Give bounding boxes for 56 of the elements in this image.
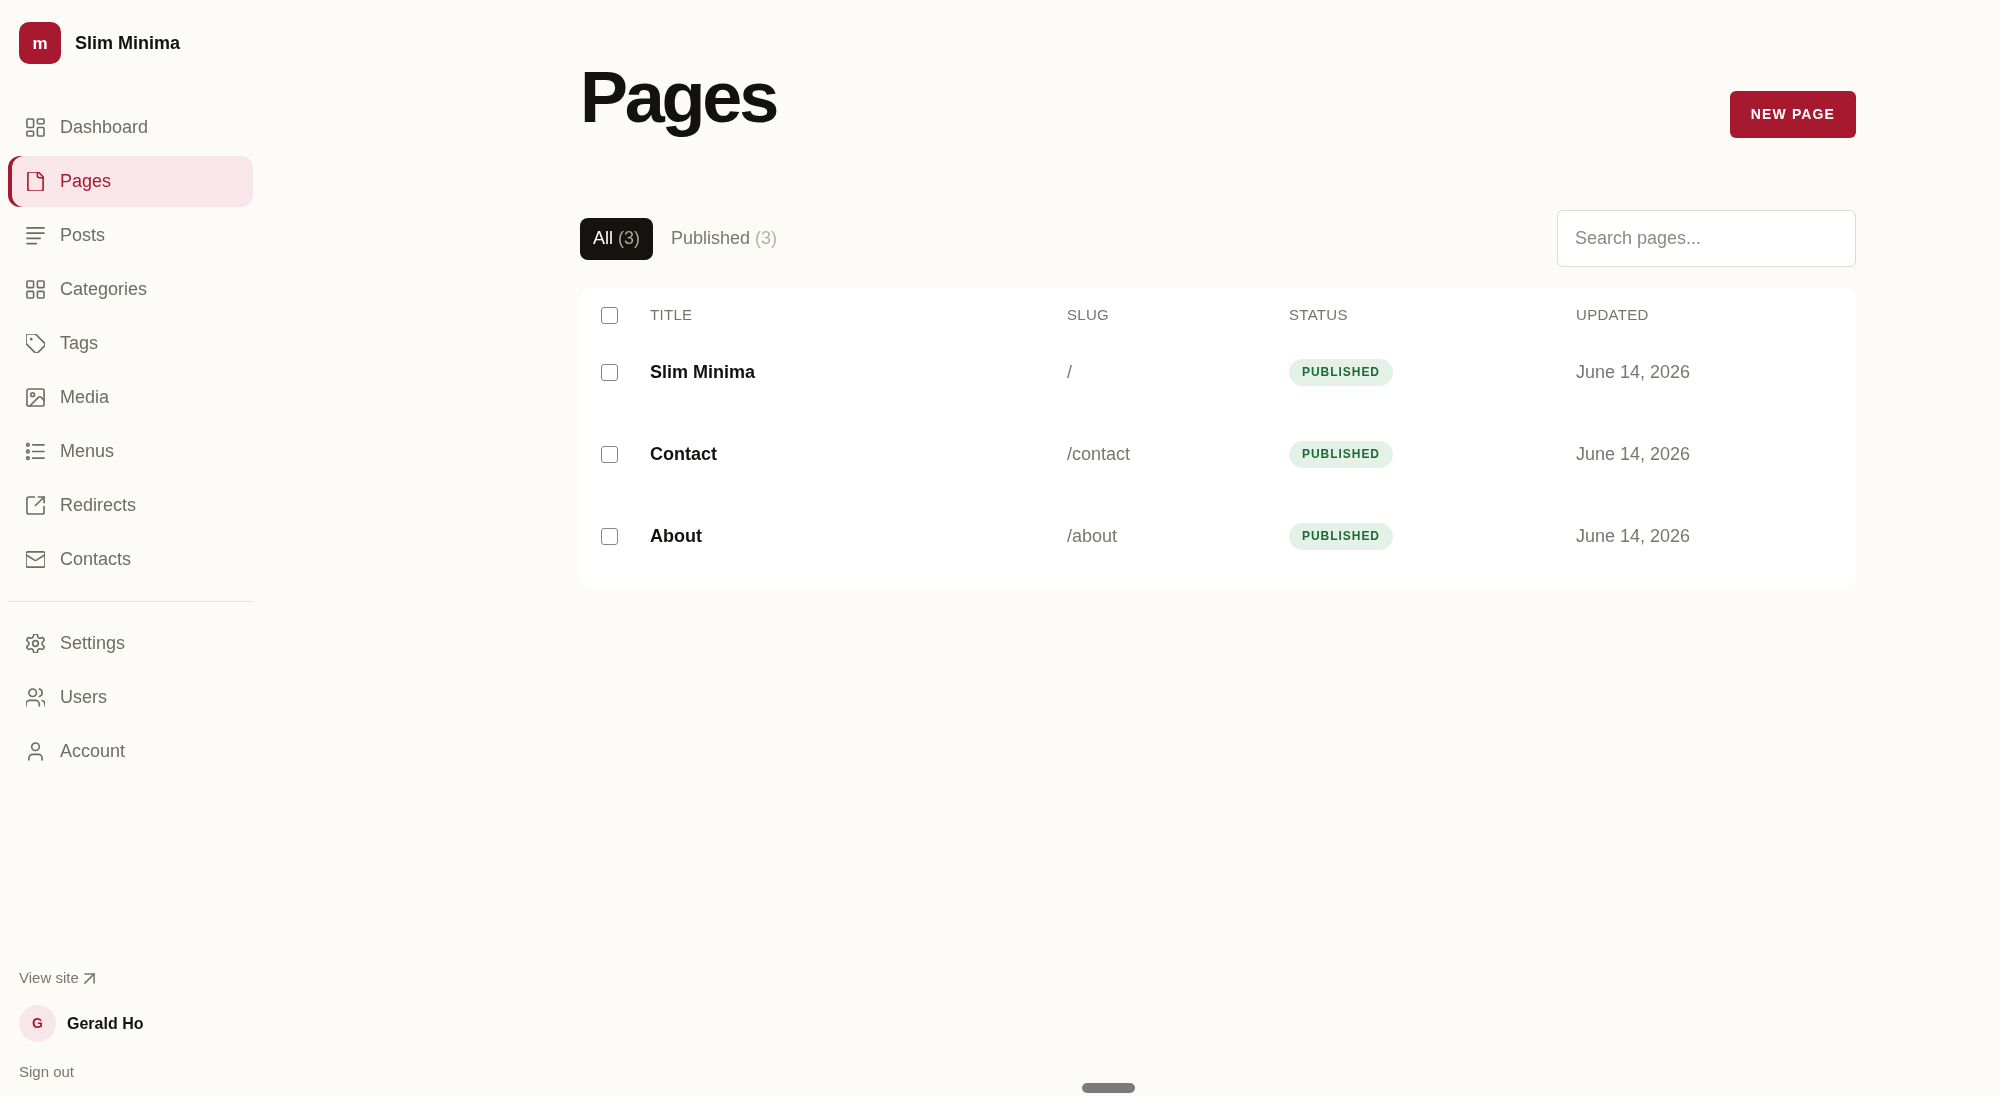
settings-icon (26, 634, 45, 653)
nav-item[interactable]: Pages (8, 156, 253, 207)
title-cell-text: Slim Minima (650, 360, 756, 384)
nav-item[interactable]: Categories (8, 264, 253, 315)
nav-item[interactable]: Users (8, 672, 253, 723)
logo: m (19, 22, 61, 64)
scrollbar-thumb[interactable] (1082, 1083, 1135, 1093)
nav-item[interactable]: Posts (8, 210, 253, 261)
nav-item[interactable]: Tags (8, 318, 253, 369)
date-cell-text: June 14, 2026 (1576, 442, 1691, 466)
layout-icon (26, 118, 45, 137)
nav-item[interactable]: Menus (8, 426, 253, 477)
slug-cell-text: / (1067, 360, 1072, 384)
nav-item[interactable]: Settings (8, 618, 253, 669)
column-header: UPDATED (1576, 304, 1649, 325)
checkbox[interactable] (601, 445, 618, 463)
user-name: Gerald Ho (67, 1013, 144, 1034)
column-header: SLUG (1067, 304, 1110, 325)
image-icon (26, 388, 45, 407)
external-link-icon (26, 496, 45, 515)
checkbox[interactable] (601, 306, 618, 324)
file-icon (26, 172, 45, 191)
arrow-icon (83, 972, 95, 984)
column-header: STATUS (1289, 304, 1348, 325)
checkbox[interactable] (601, 527, 618, 545)
nav-item[interactable]: Contacts (8, 534, 253, 585)
avatar: G (19, 1005, 56, 1042)
column-header: TITLE (650, 304, 693, 325)
view-site-link[interactable]: View site (19, 968, 95, 988)
status-badge: PUBLISHED (1289, 358, 1393, 386)
users-icon (26, 688, 45, 707)
nav-item[interactable]: Redirects (8, 480, 253, 531)
brand-name: Slim Minima (75, 31, 181, 55)
grid-icon (26, 280, 45, 299)
list-icon (26, 442, 45, 461)
status-badge: PUBLISHED (1289, 522, 1393, 550)
nav-item[interactable]: Media (8, 372, 253, 423)
new-page-button[interactable]: NEW PAGE (1729, 91, 1856, 138)
nav-item[interactable]: Dashboard (8, 102, 253, 153)
slug-cell-text: /contact (1067, 442, 1131, 466)
sign-out-link[interactable]: Sign out (19, 1062, 75, 1082)
date-cell-text: June 14, 2026 (1576, 360, 1691, 384)
slug-cell-text: /about (1067, 524, 1118, 548)
title-cell-text: About (650, 524, 702, 548)
envelope-icon (26, 550, 45, 569)
checkbox[interactable] (601, 363, 618, 381)
date-cell-text: June 14, 2026 (1576, 524, 1691, 548)
nav-item[interactable]: Account (8, 726, 253, 777)
tag-icon (26, 334, 45, 353)
search-field[interactable]: Search pages... (1557, 210, 1856, 267)
user-icon (26, 742, 45, 761)
filter-tab[interactable]: Published (3) (658, 217, 791, 260)
filter-tab[interactable]: All (3) (580, 217, 653, 260)
title-cell-text: Contact (650, 442, 717, 466)
text-lines-icon (26, 226, 45, 245)
status-badge: PUBLISHED (1289, 440, 1393, 468)
